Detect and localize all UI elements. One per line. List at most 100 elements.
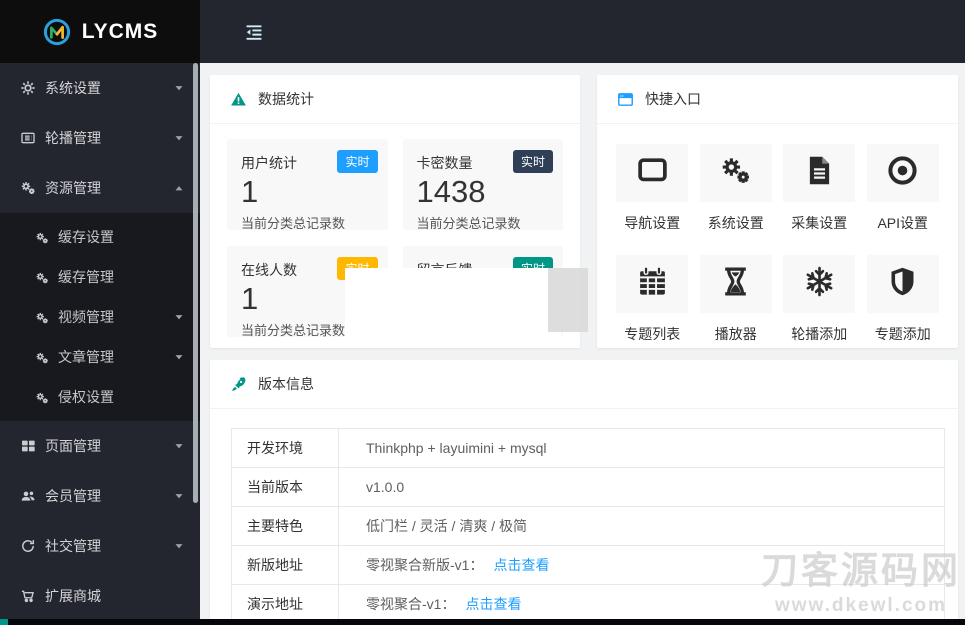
sidebar-item[interactable]: 资源管理 [0,163,200,213]
quick-entry-item[interactable]: 播放器 [699,255,772,344]
stat-title: 卡密数量 [416,155,473,171]
quick-entry-label: 轮播添加 [791,326,848,342]
shield-icon [886,265,919,303]
gears-icon [20,180,36,196]
outdent-icon[interactable] [244,22,264,42]
stats-card-header: 数据统计 [210,75,580,124]
version-value-text: v1.0.0 [366,479,405,495]
version-row-value: v1.0.0 [338,467,945,507]
quick-entry-label: 播放器 [714,326,757,342]
sidebar-item[interactable]: 会员管理 [0,471,200,521]
admin-dashboard: LYCMS 系统设置 轮播管理 资源管理 缓存设置 缓存管理 视频管理 文章管理 侵权设置 页面… [0,0,965,625]
cart-icon [20,588,36,604]
sidebar-item-label: 缓存设置 [58,229,114,245]
sidebar-item-label: 页面管理 [45,438,101,454]
version-row-value: 零视聚合-v1： 点击查看 [338,584,945,624]
warning-triangle-icon [230,91,247,108]
version-table-row: 主要特色 低门栏 / 灵活 / 清爽 / 极简 [231,506,945,546]
list-icon [20,130,36,146]
version-row-label: 主要特色 [231,506,339,546]
version-row-label: 当前版本 [231,467,339,507]
stat-subtitle: 当前分类总记录数 [416,216,521,231]
quick-entry-label: 专题列表 [624,326,681,342]
file-icon [803,154,836,192]
desktop-icon [636,154,669,192]
version-table-row: 演示地址 零视聚合-v1： 点击查看 [231,584,945,624]
sidebar-subitem[interactable]: 文章管理 [0,337,200,377]
sidebar-subitem[interactable]: 缓存设置 [0,217,200,257]
pen-icon [230,376,247,393]
quick-entry-label: 专题添加 [874,326,931,342]
sidebar-item-label: 系统设置 [45,80,101,96]
gears-icon [35,310,49,324]
gears-icon [35,390,49,404]
quick-entry-item[interactable]: API设置 [866,144,939,233]
sidebar-item[interactable]: 社交管理 [0,521,200,571]
quick-entry-item[interactable]: 轮播添加 [783,255,856,344]
realtime-badge: 实时 [512,150,553,173]
lycms-logo-icon [42,17,72,47]
sidebar-item-label: 扩展商城 [45,588,101,604]
quick-entry-icon-box [699,144,772,202]
quick-entry-icon-box [866,255,939,313]
version-card-title: 版本信息 [258,376,314,392]
quick-entry-item[interactable]: 专题列表 [616,255,689,344]
quick-card-header: 快捷入口 [597,75,958,124]
version-card: 版本信息 开发环境 Thinkphp + layuimini + mysql 当前版… [210,360,958,625]
gears-icon [35,350,49,364]
sidebar-item[interactable]: 扩展商城 [0,571,200,619]
quick-entry-icon-box [616,255,689,313]
quick-entry-icon-box [783,144,856,202]
quick-entry-label: 系统设置 [707,215,764,231]
dot-circle-icon [886,154,919,192]
sidebar-subitem[interactable]: 侵权设置 [0,377,200,417]
version-card-header: 版本信息 [210,360,958,409]
quick-entry-icon-box [783,255,856,313]
version-value-text: 低门栏 / 灵活 / 清爽 / 极简 [366,518,528,534]
quick-entry-item[interactable]: 专题添加 [866,255,939,344]
stat-box: 卡密数量 实时 1438 当前分类总记录数 [402,139,563,231]
sidebar-subitem[interactable]: 缓存管理 [0,257,200,297]
bottom-accent [0,619,8,625]
sidebar-item-label: 文章管理 [58,349,114,365]
quick-card-title: 快捷入口 [645,91,701,107]
version-row-label: 演示地址 [231,584,339,624]
version-value-text: 零视聚合新版-v1： [366,557,484,573]
sidebar-item[interactable]: 轮播管理 [0,113,200,163]
quick-entry-item[interactable]: 系统设置 [699,144,772,233]
sidebar-item-label: 轮播管理 [45,130,101,146]
quick-entry-icon-box [616,144,689,202]
caret-up-icon [174,183,184,193]
version-row-label: 新版地址 [231,545,339,585]
calendar-icon [636,265,669,303]
recycle-icon [20,538,36,554]
version-table-row: 新版地址 零视聚合新版-v1： 点击查看 [231,545,945,585]
stat-box: 用户统计 实时 1 当前分类总记录数 [227,139,388,231]
version-table: 开发环境 Thinkphp + layuimini + mysql 当前版本 v1.0… [231,428,945,624]
view-link[interactable]: 点击查看 [493,557,549,573]
sidebar-scrollbar[interactable] [193,63,198,503]
stat-box-header: 用户统计 实时 [241,150,378,173]
stat-title: 在线人数 [241,262,297,278]
view-link[interactable]: 点击查看 [465,596,521,612]
version-table-row: 开发环境 Thinkphp + layuimini + mysql [231,428,945,468]
sidebar-item[interactable]: 页面管理 [0,421,200,471]
hourglass-icon [719,265,752,303]
sidebar-item-label: 缓存管理 [58,269,114,285]
quick-entry-icon-box [699,255,772,313]
quick-entry-item[interactable]: 导航设置 [616,144,689,233]
version-row-value: 低门栏 / 灵活 / 清爽 / 极简 [338,506,945,546]
caret-down-icon [174,491,184,501]
realtime-badge: 实时 [337,150,378,173]
sidebar-subitem[interactable]: 视频管理 [0,297,200,337]
stat-value: 1 [241,174,259,209]
gear-icon [20,80,36,96]
sidebar-item-label: 社交管理 [45,538,101,554]
caret-down-icon [174,541,184,551]
version-table-wrap: 开发环境 Thinkphp + layuimini + mysql 当前版本 v1.0… [210,409,958,624]
sidebar-item[interactable]: 系统设置 [0,63,200,113]
caret-down-icon [174,352,184,362]
sidebar-item-label: 会员管理 [45,488,101,504]
gears-icon [35,270,49,284]
quick-entry-item[interactable]: 采集设置 [783,144,856,233]
